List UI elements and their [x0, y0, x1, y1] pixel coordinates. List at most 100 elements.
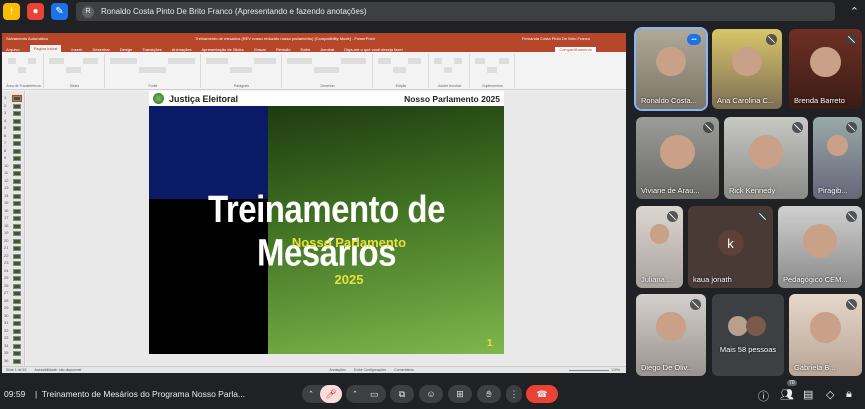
slide-thumbnail[interactable] — [13, 336, 21, 341]
ribbon-button[interactable] — [18, 67, 26, 73]
warning-icon[interactable]: ! — [3, 3, 20, 20]
leave-call-button[interactable]: ☎︎ — [526, 385, 558, 403]
ribbon-button[interactable] — [341, 58, 366, 64]
slide-thumbnail[interactable] — [13, 178, 21, 184]
zoom-control[interactable]: 110% — [569, 368, 620, 372]
slide-thumbnail[interactable] — [13, 141, 21, 146]
slide-thumbnail[interactable] — [13, 283, 21, 289]
mic-off-button[interactable]: 🎤︎ — [320, 385, 342, 403]
more-options-button[interactable]: ⋮ — [506, 385, 522, 403]
slide-thumbnail[interactable] — [13, 118, 21, 124]
slide-thumbnail[interactable] — [13, 201, 21, 206]
participant-tile[interactable]: Juliana ... — [636, 206, 683, 288]
ribbon-button[interactable] — [28, 58, 36, 64]
slide-thumbnail[interactable] — [13, 208, 21, 214]
slide-thumbnail[interactable] — [13, 163, 21, 169]
present-button[interactable]: ⊞ — [448, 385, 472, 403]
slide-thumbnail[interactable] — [13, 253, 21, 259]
status-comments[interactable]: Comentários — [394, 368, 414, 372]
ribbon-button[interactable] — [206, 58, 228, 64]
thumbnail-number: 5 — [4, 125, 7, 130]
ribbon-button[interactable] — [254, 58, 276, 64]
participant-tile[interactable]: Ronaldo Costa... ••• — [634, 27, 708, 111]
slide-thumbnail[interactable] — [12, 95, 22, 102]
slide-thumbnail[interactable] — [13, 321, 21, 326]
collapse-icon[interactable]: ⌃ — [850, 5, 859, 18]
status-notes[interactable]: Anotações — [329, 368, 346, 372]
slide-brand: Justiça Eleitoral — [169, 93, 239, 104]
ribbon-button[interactable] — [139, 67, 166, 73]
slide-thumbnail[interactable] — [13, 328, 21, 334]
status-display[interactable]: Exibir Configurações — [354, 368, 386, 372]
participant-tile[interactable]: k kaua jonath — [688, 206, 773, 288]
slide-thumbnail[interactable] — [13, 223, 21, 229]
slide-thumbnail[interactable] — [13, 148, 21, 154]
annotate-icon[interactable]: ✎ — [51, 3, 68, 20]
slide-thumbnail[interactable] — [13, 343, 21, 349]
slide-thumbnail[interactable] — [13, 216, 21, 221]
ribbon-button[interactable] — [314, 67, 339, 73]
emoji-button[interactable]: ☺ — [419, 385, 443, 403]
ribbon-button[interactable] — [408, 58, 421, 64]
activities-icon[interactable]: ◇ — [826, 388, 834, 401]
participant-tile[interactable]: Diego De Oliv... — [636, 294, 706, 376]
slide-thumbnail[interactable] — [13, 103, 21, 109]
ribbon-button[interactable] — [66, 67, 81, 73]
ppt-tab[interactable]: Página Inicial — [29, 45, 62, 52]
participant-tile[interactable]: Ana Carolina C... — [712, 29, 782, 109]
slide-thumbnail[interactable] — [13, 298, 21, 304]
slide-thumbnail[interactable] — [13, 156, 21, 161]
mic-options-icon[interactable]: ⌃ — [308, 390, 314, 398]
ribbon-button[interactable] — [499, 58, 509, 64]
ribbon-button[interactable] — [444, 67, 452, 73]
camera-icon[interactable]: ▭ — [370, 389, 379, 400]
slide-thumbnail[interactable] — [13, 238, 21, 244]
slide-thumbnail[interactable] — [13, 291, 21, 296]
ribbon-button[interactable] — [49, 58, 64, 64]
ribbon-button[interactable] — [393, 67, 406, 73]
slide-thumbnail[interactable] — [13, 246, 21, 251]
ribbon-button[interactable] — [475, 58, 485, 64]
ribbon-button[interactable] — [230, 67, 252, 73]
ribbon-button[interactable] — [434, 58, 442, 64]
slide-thumbnail[interactable] — [13, 186, 21, 191]
chat-icon[interactable]: ▤ — [803, 388, 813, 401]
ribbon-button[interactable] — [287, 58, 312, 64]
ribbon-button[interactable] — [487, 67, 497, 73]
camera-options-icon[interactable]: ⌃ — [352, 390, 358, 398]
participant-tile[interactable]: Brenda Barreto — [789, 29, 862, 109]
slide-thumbnail[interactable] — [13, 193, 21, 199]
people-icon[interactable]: 👥︎ — [780, 388, 794, 401]
slide-thumbnail[interactable] — [13, 351, 21, 356]
participant-tile[interactable]: Rick Kennedy — [724, 117, 808, 199]
slide-thumbnail[interactable] — [13, 133, 21, 139]
participant-tile[interactable]: Gabriela B... — [789, 294, 862, 376]
slide-thumbnail[interactable] — [13, 231, 21, 236]
status-accessibility[interactable]: Acessibilidade: não disponível — [34, 368, 81, 372]
slide-thumbnail[interactable] — [13, 111, 21, 116]
ribbon-button[interactable] — [378, 58, 391, 64]
slide-thumbnail[interactable] — [13, 276, 21, 281]
info-icon[interactable]: ⓘ — [758, 388, 769, 404]
ribbon-button[interactable] — [8, 58, 16, 64]
slide-thumbnail[interactable] — [13, 268, 21, 274]
slide-thumbnail[interactable] — [13, 306, 21, 311]
participant-tile[interactable]: Mais 58 pessoas — [712, 294, 784, 376]
slide-thumbnail[interactable] — [13, 171, 21, 176]
raise-hand-button[interactable]: ✋︎ — [477, 385, 501, 403]
host-controls-icon[interactable]: 🔒︎ — [846, 388, 852, 401]
slide-thumbnail[interactable] — [13, 358, 21, 364]
ribbon-button[interactable] — [83, 58, 98, 64]
slide-thumbnail[interactable] — [13, 126, 21, 131]
ribbon-button[interactable] — [110, 58, 137, 64]
zoom-slider[interactable] — [569, 369, 610, 371]
participant-tile[interactable]: Piragib... — [813, 117, 862, 199]
record-icon[interactable]: ● — [27, 3, 44, 20]
captions-button[interactable]: ⧉ — [390, 385, 414, 403]
participant-tile[interactable]: Viviane de Arau... — [636, 117, 719, 199]
slide-thumbnail[interactable] — [13, 261, 21, 266]
slide-thumbnail[interactable] — [13, 313, 21, 319]
participant-tile[interactable]: Pedagógico CEM... — [778, 206, 862, 288]
ribbon-button[interactable] — [168, 58, 195, 64]
ribbon-button[interactable] — [454, 58, 462, 64]
